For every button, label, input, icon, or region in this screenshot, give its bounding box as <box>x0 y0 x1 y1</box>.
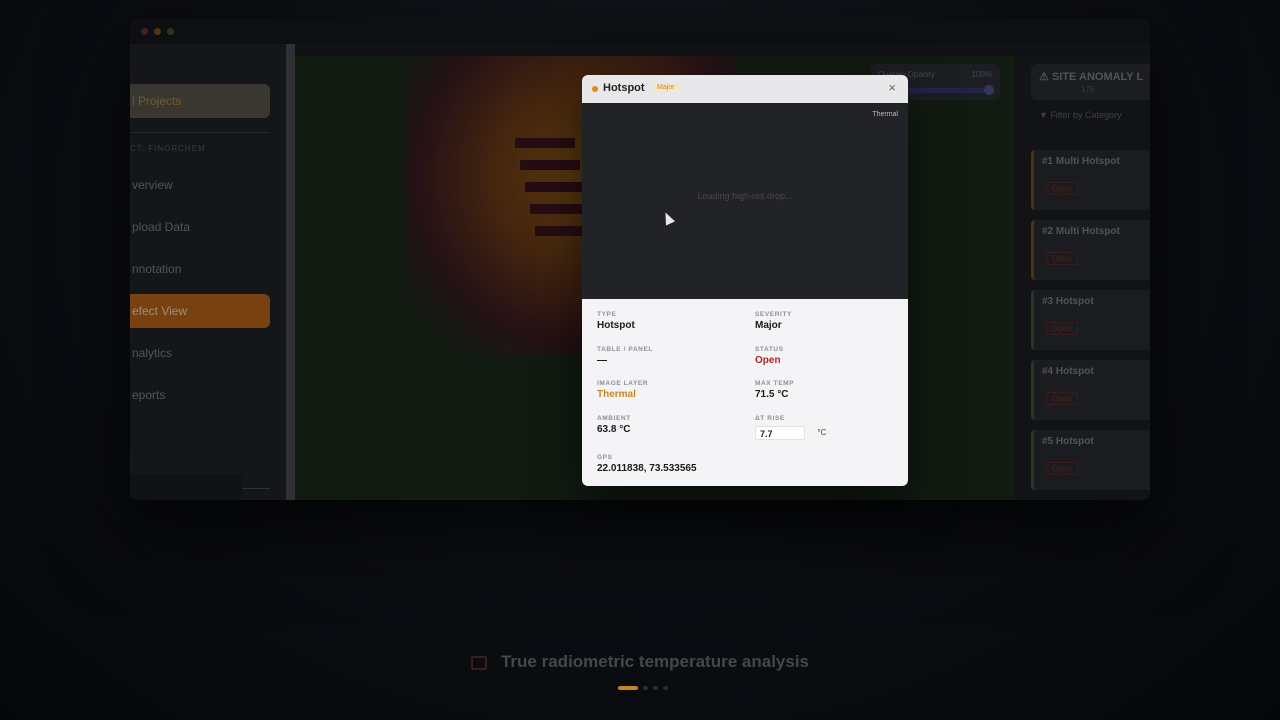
max-temp-label: MAX TEMP <box>755 380 795 387</box>
status-field: STATUS Open <box>755 346 905 366</box>
layer-tag: Thermal <box>872 111 898 118</box>
slide-dot[interactable] <box>618 686 638 690</box>
slide-caption: True radiometric temperature analysis <box>0 652 1280 672</box>
hotspot-modal: Hotspot Major × Thermal Loading high-res… <box>582 75 908 486</box>
close-icon[interactable]: × <box>888 81 896 94</box>
severity-label: SEVERITY <box>755 311 792 318</box>
image-layer-field: IMAGE LAYER Thermal <box>597 380 747 400</box>
image-layer-value: Thermal <box>597 389 636 400</box>
type-value: Hotspot <box>597 320 635 331</box>
slide-dot[interactable] <box>643 686 648 690</box>
dt-rise-field: ΔT RISE 7.7 °C <box>755 415 905 442</box>
slide-dot[interactable] <box>663 686 668 690</box>
dt-rise-input[interactable]: 7.7 <box>755 425 805 440</box>
max-temp-field: MAX TEMP 71.5 °C <box>755 380 905 400</box>
gps-field: GPS 22.011838, 73.533565 <box>597 454 897 474</box>
dt-rise-unit: °C <box>817 428 827 438</box>
ambient-field: AMBIENT 63.8 °C <box>597 415 747 435</box>
status-label: STATUS <box>755 346 784 353</box>
severity-field: SEVERITY Major <box>755 311 905 331</box>
gps-value: 22.011838, 73.533565 <box>597 463 697 474</box>
gps-label: GPS <box>597 454 613 461</box>
severity-badge: Major <box>653 83 679 92</box>
ambient-label: AMBIENT <box>597 415 631 422</box>
table-panel-value: — <box>597 355 607 366</box>
type-field: TYPE Hotspot <box>597 311 747 331</box>
caption-text: True radiometric temperature analysis <box>500 652 810 671</box>
severity-value: Major <box>755 320 782 331</box>
anomaly-details: TYPE Hotspot SEVERITY Major TABLE / PANE… <box>582 299 908 486</box>
modal-header: Hotspot Major × <box>582 75 908 103</box>
loading-text: Loading high-res drop... <box>697 191 793 201</box>
image-layer-label: IMAGE LAYER <box>597 380 649 387</box>
thermal-image-preview[interactable]: Thermal Loading high-res drop... <box>582 103 908 299</box>
dt-rise-label: ΔT RISE <box>755 415 785 422</box>
max-temp-value: 71.5 °C <box>755 389 789 400</box>
type-label: TYPE <box>597 311 617 318</box>
table-panel-label: TABLE / PANEL <box>597 346 653 353</box>
ambient-value: 63.8 °C <box>597 424 631 435</box>
thermometer-icon <box>470 655 487 670</box>
status-value[interactable]: Open <box>755 355 905 366</box>
severity-dot-icon <box>592 86 598 92</box>
slide-dot[interactable] <box>653 686 658 690</box>
table-panel-field: TABLE / PANEL — <box>597 346 747 366</box>
modal-title: Hotspot <box>603 82 645 94</box>
